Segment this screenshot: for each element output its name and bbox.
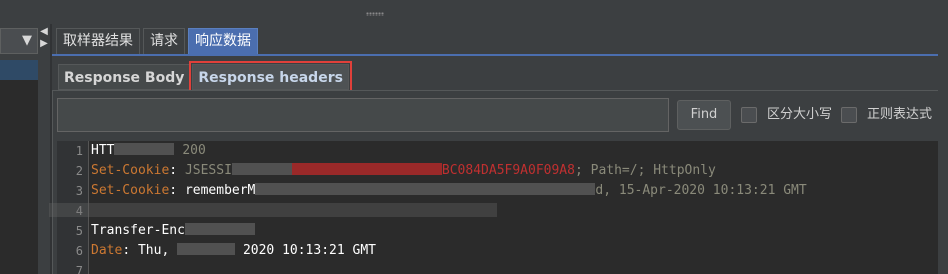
response-subtabs: Response Body Response headers bbox=[58, 61, 352, 93]
arrow-right-icon[interactable]: ▶ bbox=[39, 38, 49, 50]
search-input[interactable] bbox=[57, 98, 669, 132]
line-number: 1 bbox=[75, 144, 83, 158]
regex-label: 正则表达式 bbox=[867, 107, 933, 122]
header-separator: : bbox=[122, 243, 138, 258]
tab-sampler-result[interactable]: 取样器结果 bbox=[56, 28, 140, 54]
status-code: 200 bbox=[182, 143, 206, 158]
selected-tree-row[interactable] bbox=[0, 60, 38, 80]
chevron-down-icon[interactable]: ▼ bbox=[19, 32, 35, 50]
line-number: 5 bbox=[75, 224, 83, 238]
arrow-left-icon[interactable]: ◀ bbox=[39, 26, 49, 38]
line-number: 3 bbox=[75, 184, 83, 198]
header-value-rest: d, 15-Apr-2020 10:13:21 GMT bbox=[595, 183, 807, 198]
header-value: JSESSI bbox=[184, 163, 232, 178]
header-value-rest: ; Path=/; HttpOnly bbox=[574, 163, 716, 178]
response-headers-panel: Find 区分大小写 正则表达式 1 2 3 4 5 6 7 HTT 200 S… bbox=[49, 90, 941, 274]
line-number: 7 bbox=[75, 264, 83, 274]
case-sensitive-label: 区分大小写 bbox=[767, 107, 833, 122]
headers-text-area[interactable]: 1 2 3 4 5 6 7 HTT 200 Set-Cookie: JSESSI… bbox=[49, 141, 941, 274]
header-value: Thu, bbox=[137, 243, 170, 258]
response-data-panel: Response Body Response headers Find 区分大小… bbox=[49, 54, 948, 274]
regex-checkbox[interactable] bbox=[841, 107, 857, 123]
header-separator: : bbox=[169, 163, 185, 178]
header-separator: : bbox=[169, 183, 185, 198]
redacted-block bbox=[505, 183, 596, 195]
header-key: Date bbox=[91, 243, 123, 258]
splitter-grip-icon[interactable] bbox=[366, 12, 384, 16]
sampler-combo[interactable]: ▼ bbox=[0, 28, 38, 54]
top-splitter[interactable] bbox=[0, 0, 948, 24]
code-line: HTT 200 bbox=[91, 141, 206, 161]
header-value-tail: BC084DA5F9A0F09A8 bbox=[441, 163, 575, 178]
code-line: Date: Thu, 2020 10:13:21 GMT bbox=[91, 241, 376, 261]
line-number: 2 bbox=[75, 164, 83, 178]
header-key: Set-Cookie bbox=[91, 163, 170, 178]
result-tree[interactable] bbox=[0, 60, 38, 274]
collapse-arrows[interactable]: ◀ ▶ bbox=[39, 26, 49, 56]
redacted-block bbox=[291, 163, 442, 175]
find-button[interactable]: Find bbox=[677, 100, 731, 130]
redacted-block bbox=[49, 203, 497, 217]
code-line: Transfer-Enc bbox=[91, 221, 255, 241]
code-line: Set-Cookie: JSESSI BC084DA5F9A0F09A8; Pat… bbox=[91, 161, 716, 181]
redacted-block bbox=[231, 163, 292, 175]
tab-request[interactable]: 请求 bbox=[143, 28, 185, 54]
tab-response-body[interactable]: Response Body bbox=[58, 64, 191, 90]
line-number: 6 bbox=[75, 244, 83, 258]
header-key: Transfer-Enc bbox=[91, 223, 185, 238]
status-text: HTT bbox=[91, 143, 115, 158]
code-line: Set-Cookie: rememberM d, 15-Apr-2020 10:1… bbox=[91, 181, 807, 201]
right-edge bbox=[938, 24, 948, 274]
header-value-rest: 2020 10:13:21 GMT bbox=[242, 243, 376, 258]
case-sensitive-checkbox[interactable] bbox=[741, 107, 757, 123]
result-tabs: 取样器结果 请求 响应数据 bbox=[56, 28, 261, 54]
left-panel: ▼ bbox=[0, 24, 38, 274]
redacted-block bbox=[114, 143, 175, 155]
tab-response-data[interactable]: 响应数据 bbox=[188, 28, 258, 54]
header-key: Set-Cookie bbox=[91, 183, 170, 198]
tab-response-headers[interactable]: Response headers bbox=[189, 61, 352, 93]
header-value: rememberM bbox=[184, 183, 256, 198]
redacted-block bbox=[255, 183, 506, 195]
redacted-block bbox=[184, 223, 255, 235]
redacted-block bbox=[177, 243, 236, 255]
